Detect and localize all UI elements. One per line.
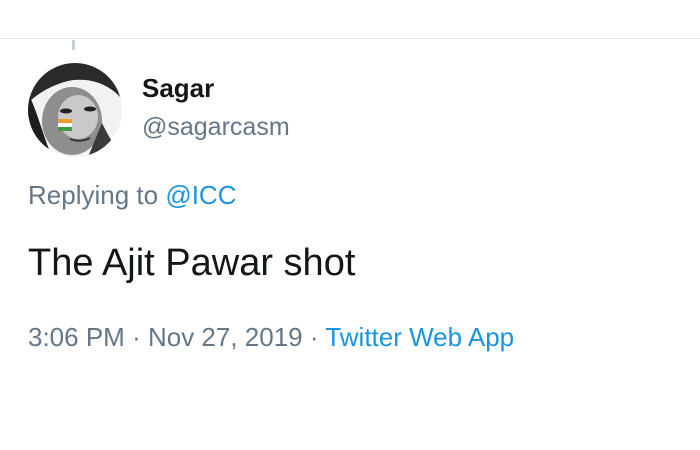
author-handle[interactable]: @sagarcasm: [142, 113, 290, 142]
thread-connector-line: [72, 40, 75, 50]
replying-to-label: Replying to: [28, 180, 159, 210]
tweet-time-link[interactable]: 3:06 PM: [28, 322, 125, 352]
avatar[interactable]: [28, 63, 122, 157]
tweet-text: The Ajit Pawar shot: [28, 242, 356, 284]
replying-to-line: Replying to @ICC: [28, 180, 236, 211]
meta-separator: ·: [309, 322, 319, 352]
tweet-metadata: 3:06 PM · Nov 27, 2019 · Twitter Web App: [28, 322, 514, 353]
tweet-page: Sagar @sagarcasm Replying to @ICC The Aj…: [0, 0, 700, 450]
meta-separator: ·: [132, 322, 141, 352]
replying-to-mention-link[interactable]: @ICC: [165, 180, 236, 210]
author-name[interactable]: Sagar: [142, 73, 214, 104]
tweet-date-link[interactable]: Nov 27, 2019: [148, 322, 303, 352]
divider: [0, 38, 700, 39]
tweet-source-link[interactable]: Twitter Web App: [325, 322, 514, 352]
avatar-photo-icon: [28, 63, 122, 157]
